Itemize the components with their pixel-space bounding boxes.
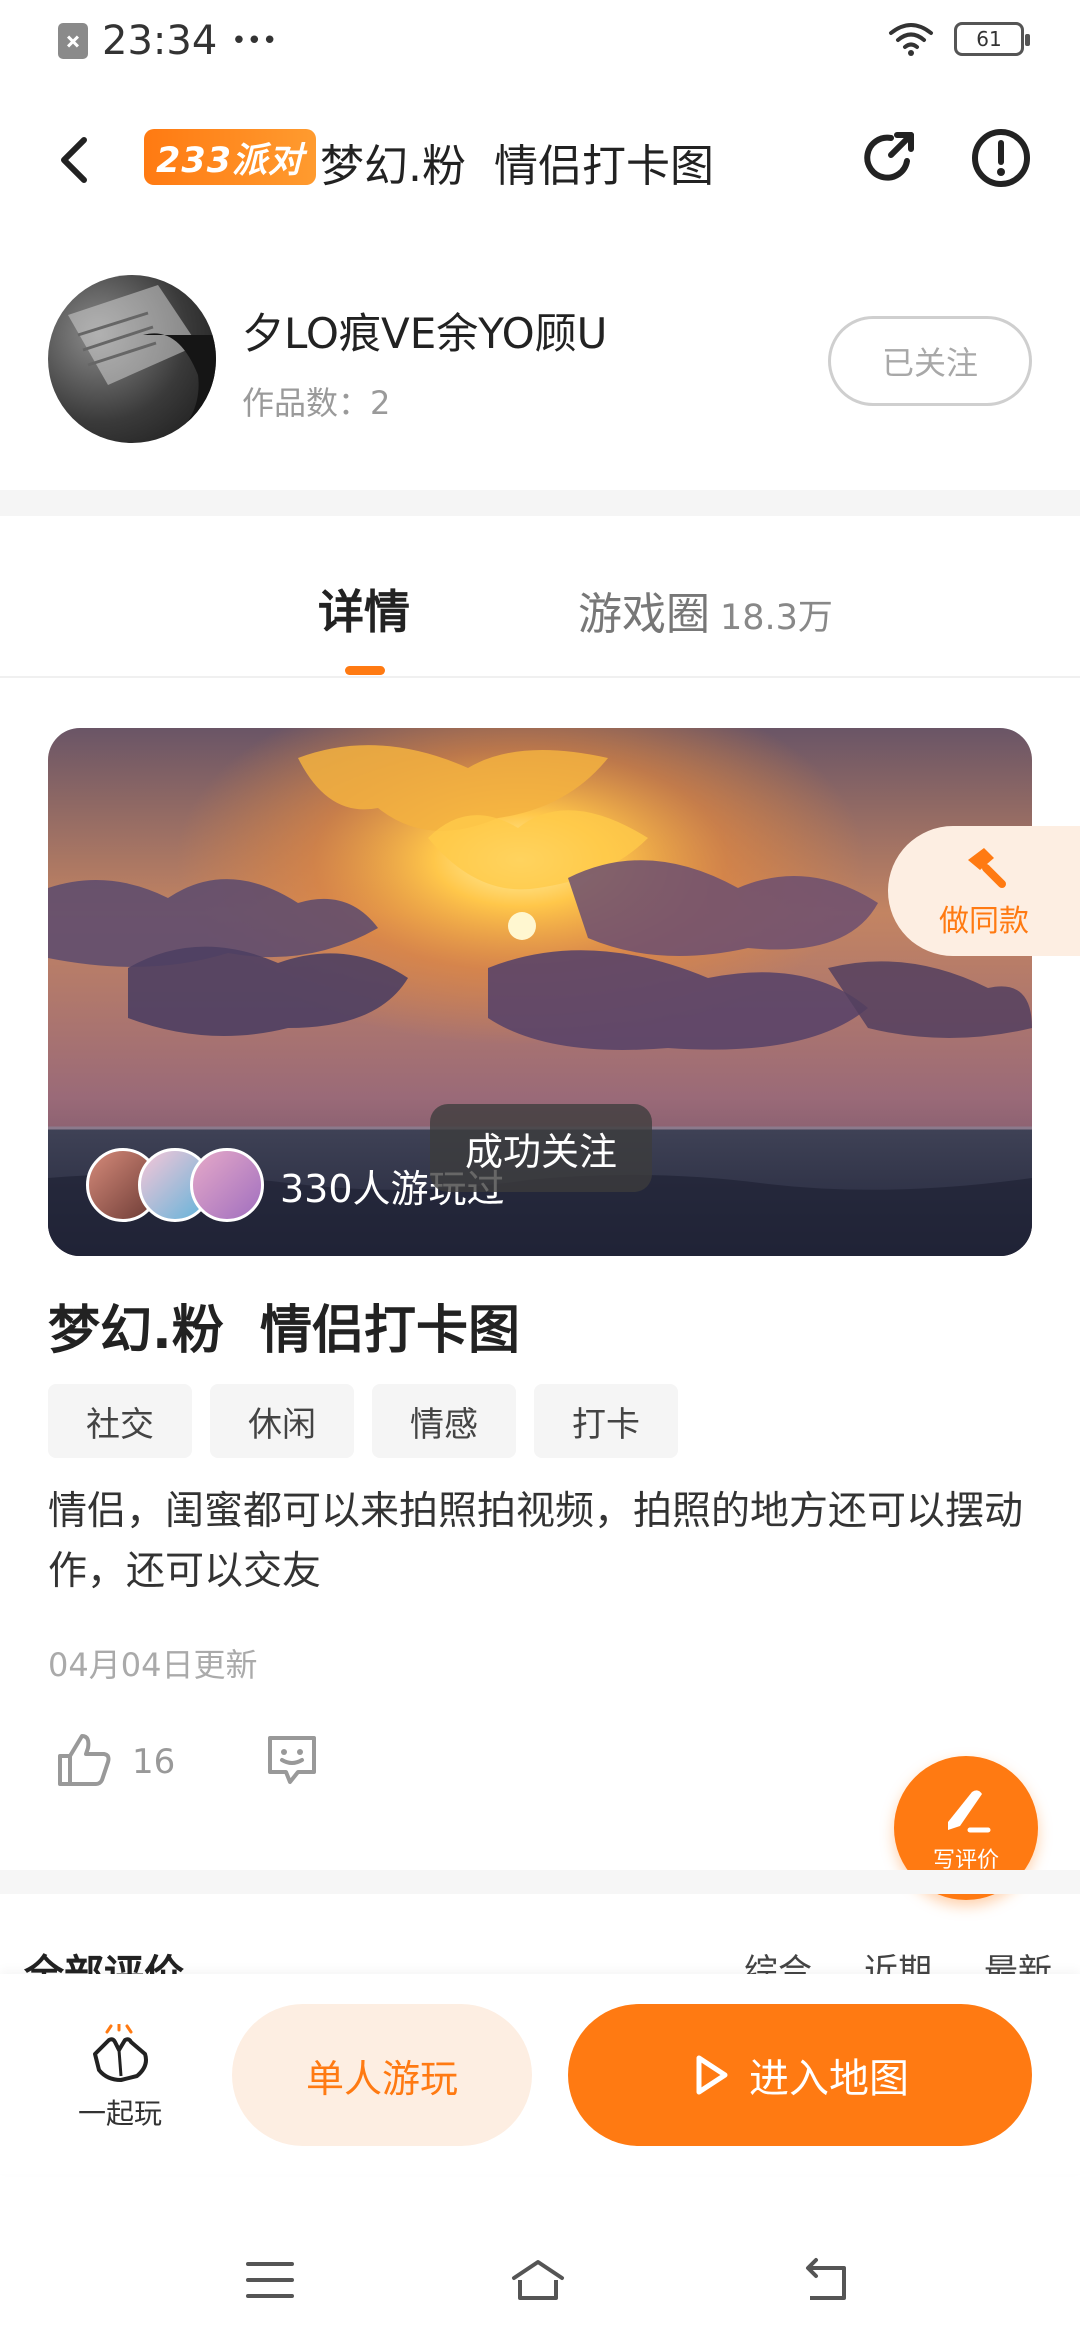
tab-game-circle[interactable]: 游戏圈 18.3万 — [578, 578, 833, 642]
play-together-button[interactable]: 一起玩 — [70, 2022, 170, 2132]
toast-message: 成功关注 — [430, 1104, 652, 1192]
play-icon — [696, 2055, 728, 2095]
clapping-hands-icon — [93, 2022, 148, 2082]
enter-map-button[interactable]: 进入地图 — [568, 2004, 1032, 2146]
game-description: 情侣，闺蜜都可以来拍照拍视频，拍照的地方还可以摆动作，还可以交友 — [48, 1489, 1024, 1594]
author-row: 夕LO痕VE余YO顾U 作品数：2 已关注 — [0, 270, 1080, 450]
wifi-icon — [889, 23, 933, 56]
return-icon — [806, 2258, 846, 2300]
thumbs-up-icon — [58, 1734, 111, 1786]
sort-option-comprehensive[interactable]: 综合 — [744, 1944, 812, 1974]
comment-icon — [268, 1736, 316, 1784]
battery-icon: 61 — [954, 22, 1030, 56]
reviews-header: 全部评价 综合 近期 最新 — [0, 1894, 1080, 1974]
hammer-icon — [968, 848, 1006, 888]
single-play-button[interactable]: 单人游玩 — [232, 2004, 532, 2146]
like-count: 16 — [132, 1742, 176, 1782]
section-divider — [0, 1870, 1080, 1894]
update-date: 04月04日更新 — [48, 1646, 258, 1684]
pen-icon — [948, 1790, 991, 1833]
tag-list: 社交 休闲 情感 打卡 — [48, 1384, 678, 1458]
nav-menu-button[interactable] — [240, 2250, 300, 2310]
status-bar: 23:34 ••• 61 — [0, 0, 1080, 90]
share-icon — [864, 132, 914, 181]
tab-game-circle-label: 游戏圈 — [578, 589, 710, 640]
share-button[interactable] — [855, 125, 921, 191]
tab-game-circle-count: 18.3万 — [720, 598, 833, 638]
tab-detail[interactable]: 详情 — [318, 576, 410, 642]
menu-icon — [246, 2262, 294, 2298]
tab-bar: 详情 游戏圈 18.3万 — [0, 516, 1080, 678]
like-button[interactable] — [54, 1730, 114, 1790]
game-title: 梦幻.粉 情侣打卡图 — [48, 1301, 520, 1361]
exclamation-icon — [972, 129, 1030, 187]
works-count: 作品数：2 — [242, 384, 391, 422]
tag-chip[interactable]: 打卡 — [534, 1384, 678, 1458]
nav-back-button[interactable] — [796, 2250, 856, 2310]
page-title: 梦幻.粉 情侣打卡图 — [320, 141, 714, 192]
battery-level: 61 — [976, 27, 1002, 51]
sort-option-recent[interactable]: 近期 — [864, 1944, 932, 1974]
sort-option-newest[interactable]: 最新 — [984, 1944, 1052, 1974]
tag-chip[interactable]: 休闲 — [210, 1384, 354, 1458]
make-same-label: 做同款 — [939, 904, 1029, 939]
player-avatar — [190, 1148, 264, 1222]
home-icon — [512, 2260, 564, 2300]
nav-home-button[interactable] — [508, 2250, 568, 2310]
tab-active-indicator — [345, 666, 385, 675]
make-same-button[interactable]: 做同款 — [888, 826, 1080, 956]
enter-map-label: 进入地图 — [749, 2056, 909, 2102]
follow-button[interactable]: 已关注 — [828, 316, 1032, 406]
comment-button[interactable] — [262, 1730, 322, 1790]
report-button[interactable] — [968, 125, 1034, 191]
bottom-action-bar: 一起玩 单人游玩 进入地图 — [0, 1974, 1080, 2174]
top-header: 233派对 梦幻.粉 情侣打卡图 — [0, 110, 1080, 210]
notification-icon — [58, 23, 88, 59]
author-name[interactable]: 夕LO痕VE余YO顾U — [242, 300, 607, 361]
system-nav-bar — [0, 2220, 1080, 2340]
brand-badge: 233派对 — [144, 129, 317, 185]
status-more-dots: ••• — [231, 26, 278, 56]
reviews-title: 全部评价 — [24, 1942, 184, 1974]
tag-chip[interactable]: 情感 — [372, 1384, 516, 1458]
back-arrow-icon — [61, 137, 87, 183]
tag-chip[interactable]: 社交 — [48, 1384, 192, 1458]
back-button[interactable] — [46, 128, 106, 192]
play-together-label: 一起玩 — [77, 2097, 162, 2130]
status-time: 23:34 — [102, 18, 218, 64]
author-avatar[interactable] — [48, 275, 216, 443]
section-divider — [0, 490, 1080, 516]
